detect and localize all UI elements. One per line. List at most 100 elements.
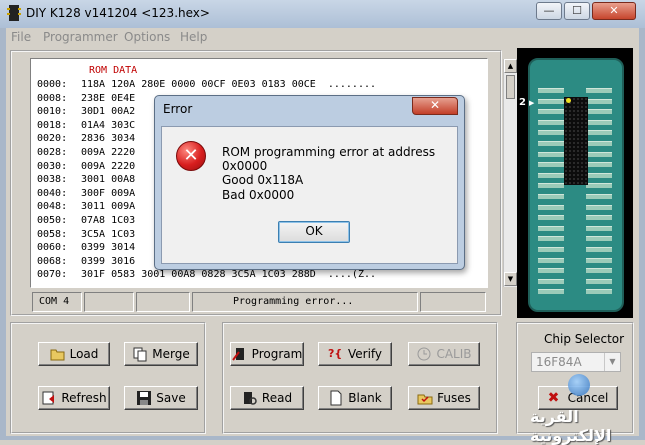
window-title: DIY K128 v141204 <123.hex> bbox=[26, 6, 210, 20]
app-icon bbox=[7, 5, 21, 21]
load-label: Load bbox=[69, 347, 99, 361]
hex-address: 0038: bbox=[37, 174, 68, 186]
hex-address: 0070: bbox=[37, 269, 68, 281]
port-status: COM 4 bbox=[32, 292, 82, 312]
program-chip-icon bbox=[231, 348, 244, 361]
refresh-button[interactable]: Refresh bbox=[38, 386, 110, 410]
hex-header: ROM DATA bbox=[89, 65, 138, 76]
program-button[interactable]: Program bbox=[230, 342, 304, 366]
vertical-scrollbar[interactable]: ▲ ▼ bbox=[503, 59, 517, 287]
maximize-button[interactable]: ☐ bbox=[564, 2, 590, 20]
hex-row: 0068: 0399 3016 bbox=[37, 256, 135, 270]
verify-label: Verify bbox=[347, 347, 383, 361]
menu-file[interactable]: File bbox=[11, 30, 31, 44]
fuses-button[interactable]: Fuses bbox=[408, 386, 480, 410]
socket-pin bbox=[586, 109, 612, 115]
close-button[interactable]: ✕ bbox=[592, 2, 636, 20]
hex-row: 0020: 2836 3034 bbox=[37, 133, 135, 147]
hex-row: 0010: 30D1 00A2 bbox=[37, 106, 135, 120]
scroll-up-icon[interactable]: ▲ bbox=[504, 59, 517, 73]
socket-pin bbox=[538, 236, 564, 242]
hex-row: 0018: 01A4 303C bbox=[37, 120, 135, 134]
hex-data: 118A 120A 280E 0000 00CF 0E03 0183 00CE … bbox=[81, 79, 377, 90]
blank-label: Blank bbox=[348, 391, 382, 405]
menu-programmer[interactable]: Programmer bbox=[43, 30, 118, 44]
ic-chip bbox=[564, 97, 588, 185]
dialog-title: Error bbox=[163, 102, 193, 116]
menu-options[interactable]: Options bbox=[124, 30, 170, 44]
socket-pin bbox=[538, 225, 564, 231]
hex-address: 0048: bbox=[37, 201, 68, 213]
chevron-down-icon[interactable]: ▼ bbox=[604, 353, 620, 371]
chip-select[interactable]: 16F84A ▼ bbox=[531, 352, 621, 372]
calib-button[interactable]: CALIB bbox=[408, 342, 480, 366]
scroll-down-icon[interactable]: ▼ bbox=[504, 272, 517, 286]
blank-page-icon bbox=[330, 390, 342, 406]
hex-data: 009A 2220 bbox=[81, 160, 136, 172]
blank-button[interactable]: Blank bbox=[318, 386, 392, 410]
socket-pin bbox=[538, 141, 564, 146]
status-cell-empty bbox=[84, 292, 134, 312]
progress-bar bbox=[420, 292, 486, 312]
hex-data: 2836 3034 bbox=[81, 133, 136, 145]
read-button[interactable]: Read bbox=[230, 386, 304, 410]
save-label: Save bbox=[156, 391, 186, 405]
ok-button[interactable]: OK bbox=[278, 221, 350, 243]
status-message: Programming error... bbox=[192, 292, 418, 312]
good-value: Good 0x118A bbox=[222, 173, 304, 187]
clock-icon bbox=[417, 347, 431, 361]
socket-pin bbox=[586, 225, 612, 231]
chip-select-value: 16F84A bbox=[536, 355, 582, 369]
status-cell-empty bbox=[136, 292, 190, 312]
pin-number: 2 bbox=[519, 97, 526, 108]
save-button[interactable]: Save bbox=[124, 386, 198, 410]
folder-open-icon bbox=[50, 349, 65, 361]
read-label: Read bbox=[261, 391, 293, 405]
socket-pin bbox=[586, 162, 612, 168]
hex-data: 3001 00A8 bbox=[81, 174, 136, 186]
merge-button[interactable]: Merge bbox=[124, 342, 198, 366]
fuses-label: Fuses bbox=[437, 391, 471, 405]
socket-pin bbox=[538, 194, 564, 199]
minimize-button[interactable]: — bbox=[536, 2, 562, 20]
hex-row: 0028: 009A 2220 bbox=[37, 147, 135, 161]
socket-pin bbox=[538, 172, 564, 178]
hex-row: 0038: 3001 00A8 bbox=[37, 174, 135, 188]
title-bar[interactable]: DIY K128 v141204 <123.hex> — ☐ ✕ bbox=[0, 0, 645, 28]
save-icon bbox=[137, 391, 152, 405]
refresh-label: Refresh bbox=[61, 391, 107, 405]
hex-row: 0060: 0399 3014 bbox=[37, 242, 135, 256]
hex-data: 3011 009A bbox=[81, 201, 136, 213]
calib-label: CALIB bbox=[436, 347, 472, 361]
socket-pin bbox=[538, 162, 564, 168]
hex-data: 0399 3016 bbox=[81, 255, 136, 267]
socket-pin bbox=[586, 130, 612, 136]
read-chip-icon bbox=[243, 392, 257, 405]
hex-address: 0018: bbox=[37, 119, 68, 131]
socket-pin bbox=[538, 204, 564, 210]
hex-row: 0030: 009A 2220 bbox=[37, 161, 135, 175]
verify-button[interactable]: ?{ Verify bbox=[318, 342, 392, 366]
socket-pin bbox=[586, 215, 612, 221]
load-button[interactable]: Load bbox=[38, 342, 110, 366]
menu-help[interactable]: Help bbox=[180, 30, 207, 44]
socket-pin bbox=[538, 98, 564, 104]
socket-pin bbox=[538, 247, 564, 252]
hex-data: 0399 3014 bbox=[81, 242, 136, 254]
globe-logo-icon bbox=[568, 374, 590, 396]
watermark-text: القرية الإلكترونية bbox=[530, 407, 612, 445]
verify-icon: ?{ bbox=[327, 347, 343, 360]
socket-pin bbox=[586, 247, 612, 252]
hex-address: 0030: bbox=[37, 160, 68, 172]
socket-pin bbox=[586, 268, 612, 274]
dialog-close-button[interactable]: ✕ bbox=[412, 97, 458, 115]
hex-data: 301F 0583 3001 00A8 0828 3C5A 1C03 288D … bbox=[81, 269, 377, 281]
error-dialog: Error ✕ ✕ ROM programming error at addre… bbox=[154, 95, 465, 270]
socket-pin bbox=[586, 236, 612, 242]
socket-pin bbox=[586, 204, 612, 210]
scroll-thumb[interactable] bbox=[506, 75, 515, 99]
dialog-body: ✕ ROM programming error at address 0x000… bbox=[161, 126, 458, 264]
hex-address: 0000: bbox=[37, 79, 68, 90]
hex-data: 30D1 00A2 bbox=[81, 106, 136, 118]
socket-pin bbox=[538, 88, 564, 93]
